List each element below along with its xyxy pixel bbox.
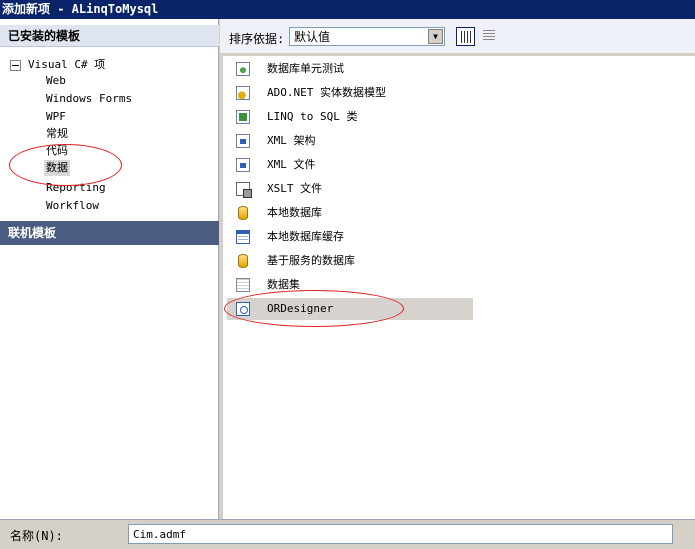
template-tree-panel: 已安装的模板 Visual C# 项 Web Windows Forms WPF… bbox=[0, 19, 219, 519]
name-input[interactable] bbox=[128, 524, 673, 544]
name-bar: 名称(N): bbox=[0, 519, 695, 549]
template-label: XML 架构 bbox=[267, 134, 316, 147]
tree-item-windows-forms[interactable]: Windows Forms bbox=[44, 91, 134, 107]
database-unit-test-icon bbox=[236, 62, 250, 76]
grid-view-button[interactable] bbox=[456, 27, 475, 46]
template-item[interactable]: 基于服务的数据库 bbox=[227, 250, 473, 272]
list-view-icon bbox=[483, 30, 495, 42]
template-label: XSLT 文件 bbox=[267, 182, 323, 195]
or-designer-icon bbox=[236, 302, 250, 316]
collapse-icon[interactable] bbox=[10, 59, 21, 71]
template-label: ORDesigner bbox=[267, 302, 334, 315]
xslt-file-icon bbox=[236, 182, 252, 198]
template-label: 本地数据库缓存 bbox=[267, 230, 344, 243]
template-label: 数据集 bbox=[267, 278, 300, 291]
online-templates-header[interactable]: 联机模板 bbox=[0, 221, 219, 245]
template-item[interactable]: XSLT 文件 bbox=[227, 178, 473, 200]
template-label: XML 文件 bbox=[267, 158, 316, 171]
template-item[interactable]: 数据集 bbox=[227, 274, 473, 296]
sort-toolbar: 排序依据: 默认值 ▼ bbox=[220, 19, 695, 53]
tree-item-reporting[interactable]: Reporting bbox=[44, 180, 108, 196]
sort-value: 默认值 bbox=[294, 30, 331, 44]
local-database-icon bbox=[238, 206, 248, 220]
window-title: 添加新项 - ALinqToMysql bbox=[0, 0, 695, 19]
tree-item-data[interactable]: 数据 bbox=[44, 160, 70, 176]
xml-schema-icon bbox=[236, 134, 250, 148]
dropdown-arrow-icon[interactable]: ▼ bbox=[428, 29, 443, 44]
template-item[interactable]: XML 架构 bbox=[227, 130, 473, 152]
linq-to-sql-icon bbox=[236, 110, 250, 124]
grid-view-icon bbox=[461, 31, 471, 43]
list-view-button[interactable] bbox=[480, 27, 499, 46]
template-item[interactable]: 数据库单元测试 bbox=[227, 58, 473, 80]
template-item[interactable]: XML 文件 bbox=[227, 154, 473, 176]
name-label: 名称(N): bbox=[10, 529, 63, 543]
tree-item-general[interactable]: 常规 bbox=[44, 126, 70, 142]
tree-root-label: Visual C# 项 bbox=[28, 58, 106, 71]
service-database-icon bbox=[238, 254, 248, 268]
tree-item-code[interactable]: 代码 bbox=[44, 143, 70, 159]
template-label: ADO.NET 实体数据模型 bbox=[267, 86, 386, 99]
tree-item-wpf[interactable]: WPF bbox=[44, 109, 68, 125]
template-item[interactable]: LINQ to SQL 类 bbox=[227, 106, 473, 128]
dataset-icon bbox=[236, 278, 250, 292]
template-item[interactable]: 本地数据库 bbox=[227, 202, 473, 224]
local-database-cache-icon bbox=[236, 230, 250, 244]
template-label: LINQ to SQL 类 bbox=[267, 110, 358, 123]
sort-dropdown[interactable]: 默认值 ▼ bbox=[289, 27, 445, 46]
installed-templates-header[interactable]: 已安装的模板 bbox=[0, 25, 219, 47]
sort-label: 排序依据: bbox=[229, 32, 285, 46]
template-item[interactable]: 本地数据库缓存 bbox=[227, 226, 473, 248]
tree-root-visual-csharp[interactable]: Visual C# 项 bbox=[10, 57, 105, 73]
entity-model-icon bbox=[236, 86, 250, 100]
template-label: 基于服务的数据库 bbox=[267, 254, 355, 267]
template-item[interactable]: ADO.NET 实体数据模型 bbox=[227, 82, 473, 104]
template-label: 数据库单元测试 bbox=[267, 62, 344, 75]
xml-file-icon bbox=[236, 158, 250, 172]
template-list-panel: 排序依据: 默认值 ▼ 数据库单元测试 ADO.NET 实体数据模型 LINQ … bbox=[220, 19, 695, 519]
tree-item-web[interactable]: Web bbox=[44, 73, 68, 89]
template-list: 数据库单元测试 ADO.NET 实体数据模型 LINQ to SQL 类 XML… bbox=[223, 56, 695, 519]
template-label: 本地数据库 bbox=[267, 206, 322, 219]
template-item-selected[interactable]: ORDesigner bbox=[227, 298, 473, 320]
tree-item-workflow[interactable]: Workflow bbox=[44, 198, 101, 214]
